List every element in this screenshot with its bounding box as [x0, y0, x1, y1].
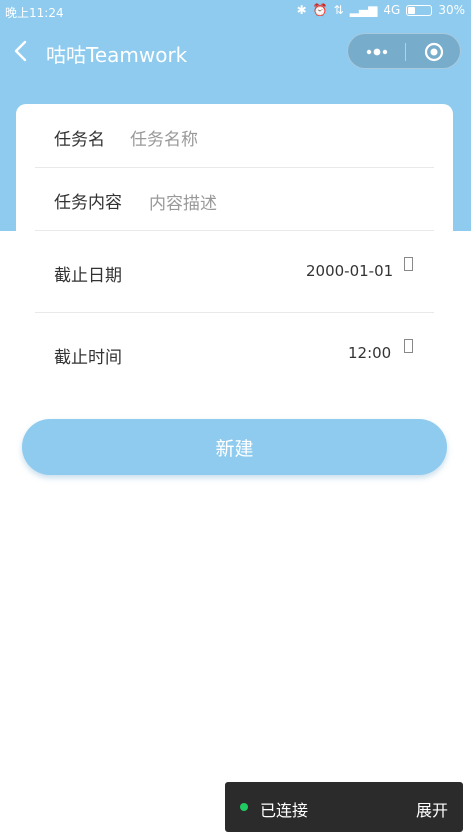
connection-status: 已连接 [260, 801, 309, 820]
capsule-divider [405, 43, 406, 61]
create-button[interactable]: 新建 [22, 419, 447, 475]
deadline-time-label: 截止时间 [54, 348, 122, 368]
mini-program-capsule [347, 33, 461, 69]
chevron-right-icon [404, 257, 413, 271]
task-content-input[interactable]: 内容描述 [149, 189, 217, 214]
network-type: 4G [383, 3, 401, 17]
bluetooth-icon: ✱ [296, 3, 307, 17]
task-form-card: 任务名 任务名称 任务内容 内容描述 截止日期 2000-01-01 截止时间 … [16, 104, 453, 404]
battery-icon [406, 4, 433, 16]
data-transfer-icon: ⇅ [333, 3, 344, 17]
deadline-time-row[interactable]: 截止时间 12:00 [35, 313, 434, 395]
status-bar: 晚上11:24 ✱ ⏰ ⇅ ▂▄▆ 4G 30% [0, 0, 471, 22]
deadline-date-row[interactable]: 截止日期 2000-01-01 [35, 231, 434, 313]
task-content-label: 任务内容 [54, 193, 122, 213]
page-title: 咕咕Teamwork [46, 43, 188, 67]
task-name-row[interactable]: 任务名 任务名称 [35, 104, 434, 168]
navigation-bar: 咕咕Teamwork [0, 22, 471, 82]
battery-percent: 30% [438, 3, 465, 17]
expand-button[interactable]: 展开 [416, 797, 448, 821]
signal-icon: ▂▄▆ [349, 3, 378, 17]
alarm-icon: ⏰ [312, 3, 328, 17]
connection-toast: 已连接 展开 [225, 782, 463, 832]
chevron-right-icon [404, 339, 413, 353]
back-arrow-icon[interactable] [12, 39, 32, 63]
task-content-row[interactable]: 任务内容 内容描述 [35, 168, 434, 231]
close-target-icon[interactable] [424, 42, 444, 62]
connected-status-dot [240, 803, 248, 811]
deadline-time-value[interactable]: 12:00 [348, 344, 391, 362]
task-name-input[interactable]: 任务名称 [130, 125, 198, 150]
status-time: 晚上11:24 [5, 6, 64, 20]
status-icons: ✱ ⏰ ⇅ ▂▄▆ 4G 30% [297, 3, 465, 17]
task-name-label: 任务名 [54, 130, 105, 150]
deadline-date-value[interactable]: 2000-01-01 [306, 262, 393, 280]
more-icon[interactable] [362, 34, 392, 70]
deadline-date-label: 截止日期 [54, 266, 122, 286]
